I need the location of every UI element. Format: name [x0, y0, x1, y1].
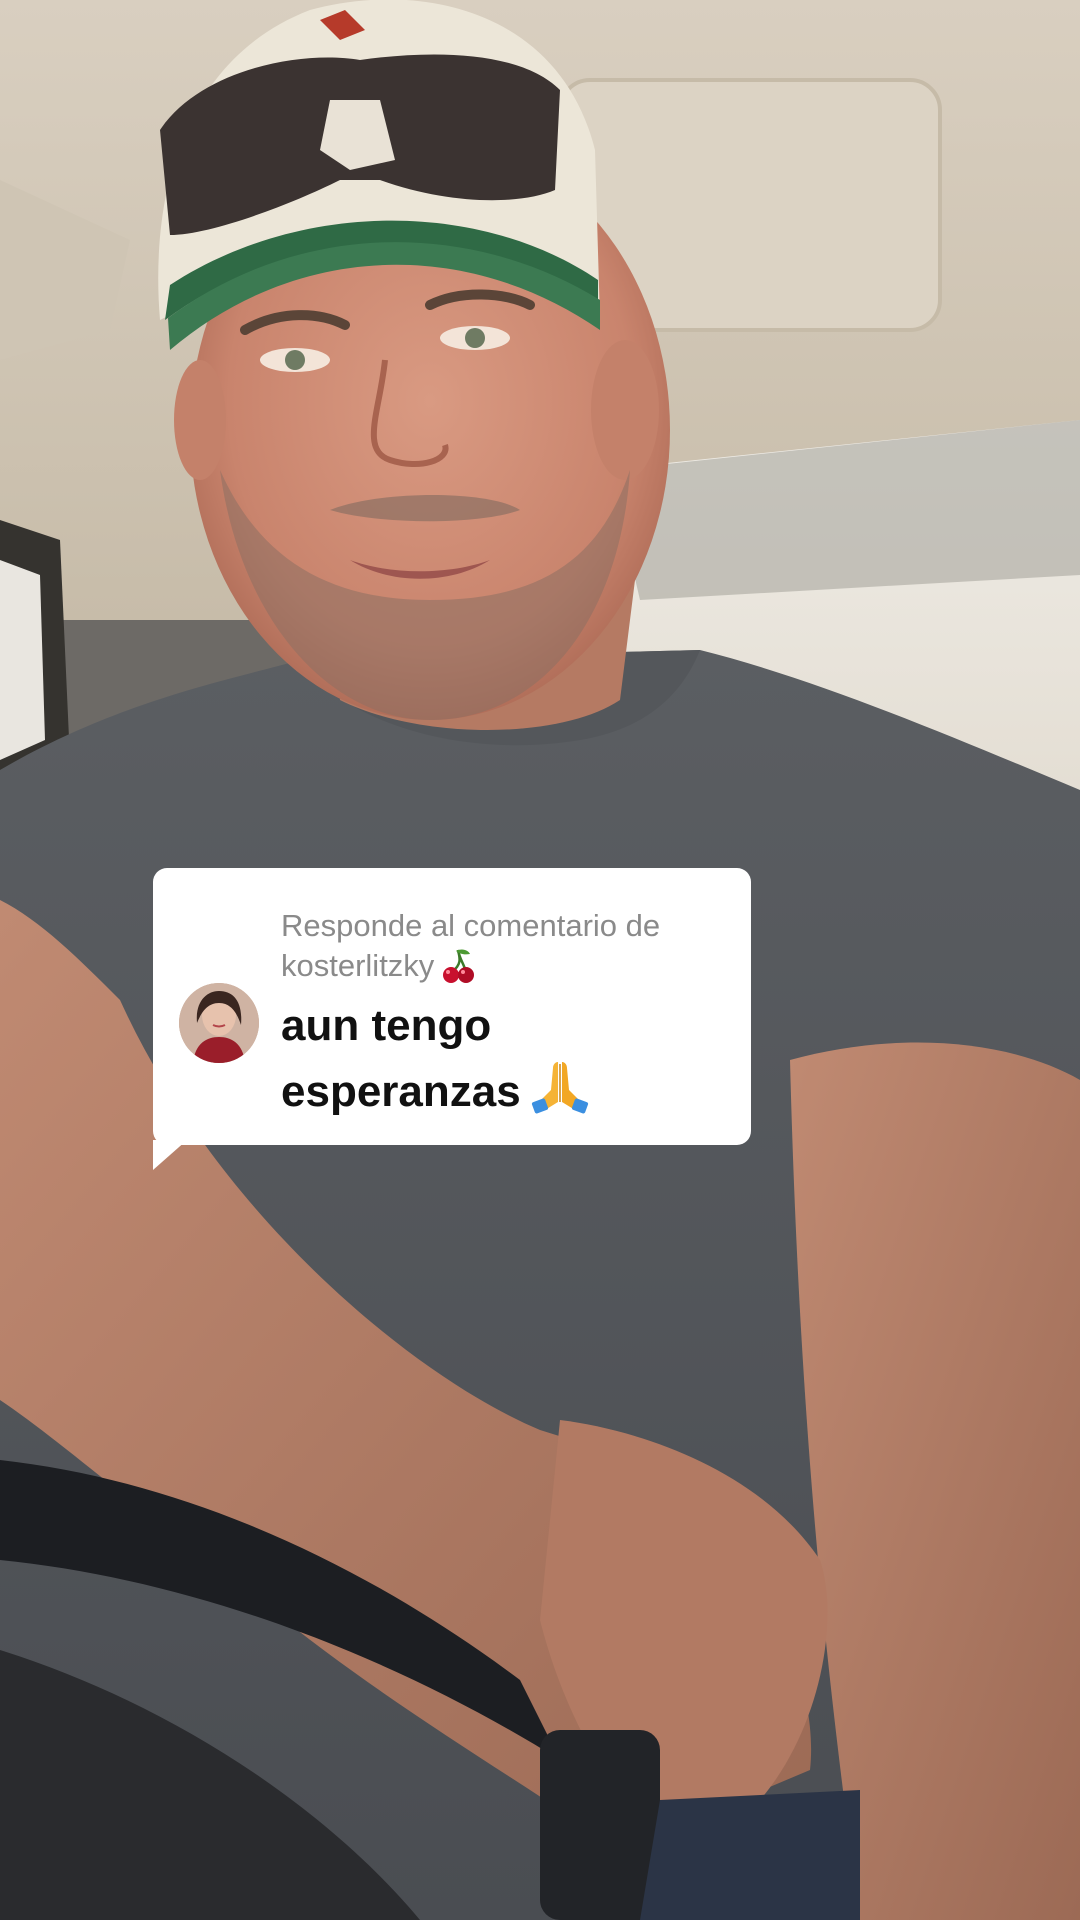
reply-sticker-tail [153, 1140, 187, 1170]
commenter-avatar[interactable] [179, 983, 259, 1063]
reply-username[interactable]: kosterlitzky [281, 946, 434, 986]
comment-reply-sticker[interactable]: Responde al comentario de kosterlitzky a… [153, 868, 751, 1145]
reply-header-prefix: Responde al comentario de [281, 908, 661, 943]
reply-header: Responde al comentario de kosterlitzky [281, 906, 731, 986]
reply-comment-line-2: esperanzas [281, 1067, 521, 1116]
cherries-icon [443, 949, 475, 983]
reply-comment-text: aun tengo esperanzas [281, 996, 721, 1122]
reply-username-row[interactable]: kosterlitzky [281, 946, 731, 986]
video-frame: Responde al comentario de kosterlitzky a… [0, 0, 1080, 1920]
avatar-image [179, 983, 259, 1063]
reply-comment-line-2-row: esperanzas [281, 1056, 721, 1122]
folded-hands-icon [531, 1062, 588, 1114]
reply-comment-line-1: aun tengo [281, 1001, 492, 1050]
